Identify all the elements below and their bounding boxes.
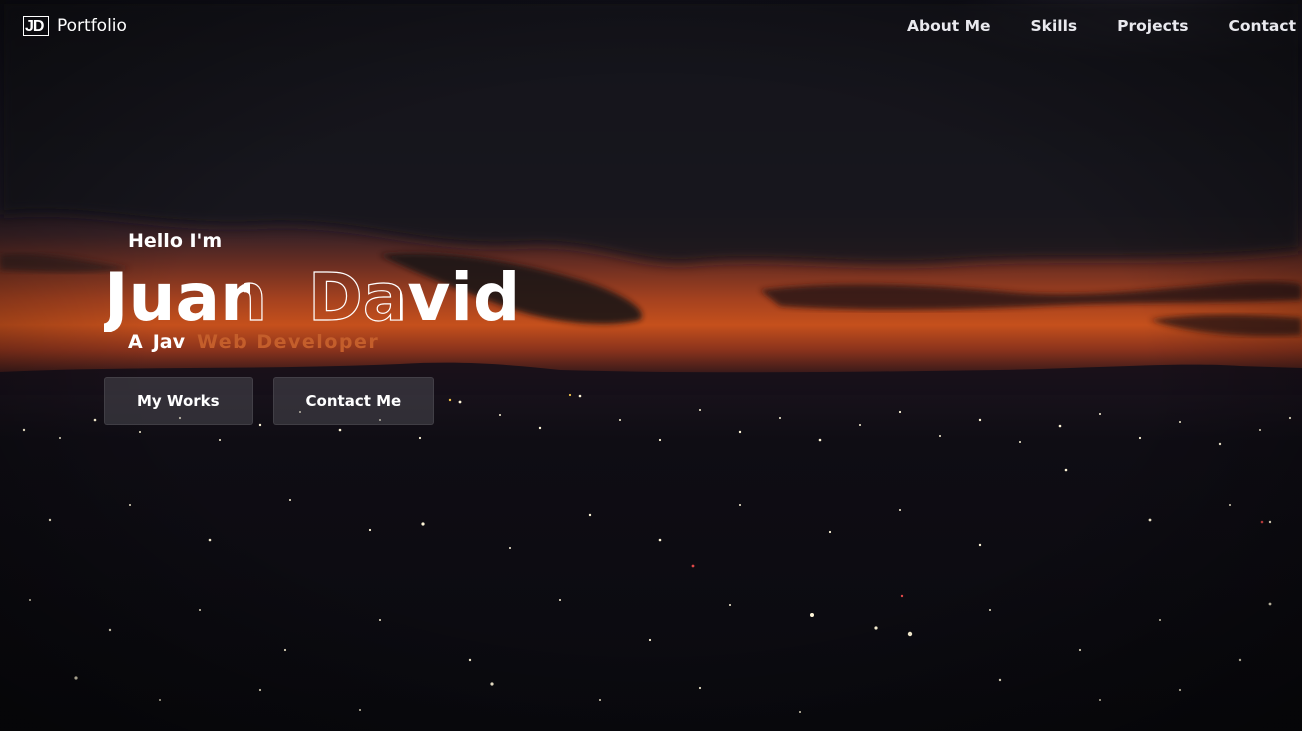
logo-text: Portfolio [57,16,127,36]
nav-link-skills[interactable]: Skills [1031,17,1078,35]
hero-greeting: Hello I'm [128,230,223,252]
top-navbar: JD Portfolio About Me Skills Projects Co… [0,0,1302,54]
tagline-prefix: A [128,331,143,353]
hero-name: Juan David Juan David [104,258,520,332]
vignette-overlay [0,0,1302,731]
nav-link-contact[interactable]: Contact [1228,17,1296,35]
nav-links: About Me Skills Projects Contact [867,17,1296,35]
hero-name-first: Juan [104,259,267,332]
tagline-typed-text: Jav [152,331,185,353]
nav-link-projects[interactable]: Projects [1117,17,1188,35]
hero-buttons: My Works Contact Me [104,377,435,425]
portfolio-page: JD Portfolio About Me Skills Projects Co… [0,0,1302,731]
hero-tagline: A Jav Web Developer [128,331,379,353]
contact-me-button[interactable]: Contact Me [272,377,435,425]
nav-link-about-me[interactable]: About Me [907,17,991,35]
logo-mark: JD [23,16,49,36]
tagline-accent: Web Developer [197,331,380,353]
my-works-button[interactable]: My Works [104,377,253,425]
site-logo[interactable]: JD Portfolio [23,16,127,36]
